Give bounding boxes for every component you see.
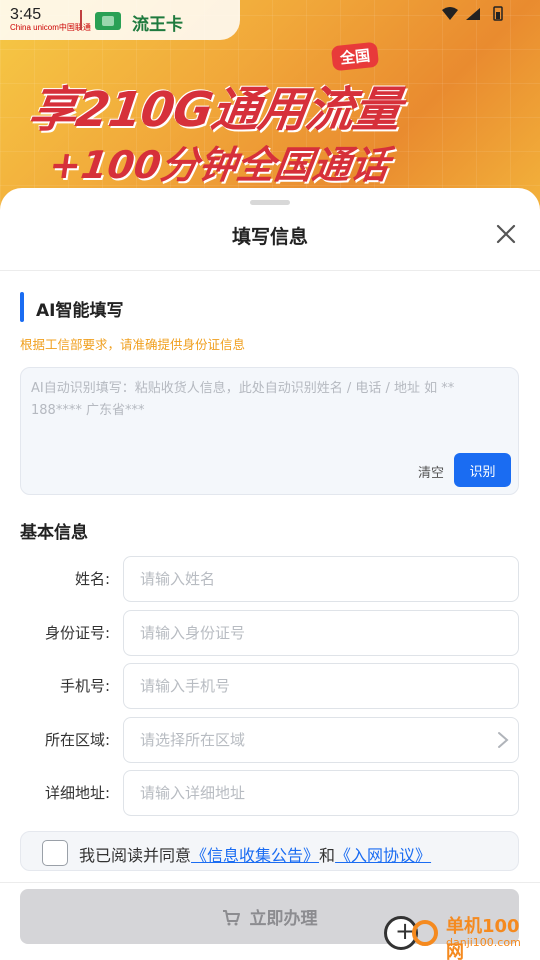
clear-button[interactable]: 清空 [401,454,461,488]
region-select[interactable] [123,717,519,763]
basic-info-title: 基本信息 [20,523,88,543]
id-number-label: 身份证号: [44,624,110,642]
ai-fill-box: 清空 识别 [20,367,519,495]
form-row-phone: 手机号: [0,663,540,709]
ai-fill-title: AI智能填写 [36,301,124,321]
header-divider [0,270,540,271]
drag-handle[interactable] [250,200,290,205]
promo-subheadline: +100分钟全国通话 [46,143,392,187]
watermark-logo: 单机100网 danji100.com [384,910,534,960]
info-notice-link[interactable]: 《信息收集公告》 [191,846,319,865]
watermark-ring-icon [412,920,438,946]
phone-input[interactable] [123,663,519,709]
promo-banner: 3:45 China unicom中国联通 流王卡 全国 享210G通用流量 +… [0,0,540,220]
address-label: 详细地址: [44,784,110,802]
brand-divider [80,10,82,30]
region-label: 所在区域: [44,731,110,749]
agree-checkbox[interactable] [42,840,68,866]
form-row-name: 姓名: [0,556,540,602]
watermark-url: danji100.com [446,936,521,949]
agreement-row: 我已阅读并同意《信息收集公告》和《入网协议》 [20,831,519,871]
agreement-prefix: 我已阅读并同意 [79,846,192,865]
form-row-id: 身份证号: [0,610,540,656]
agreement-joiner: 和 [319,846,336,865]
chevron-right-icon [498,732,509,748]
sim-card-icon [95,12,121,30]
brand-name: 流王卡 [132,15,183,35]
close-button[interactable] [494,222,518,246]
name-label: 姓名: [74,570,110,588]
footer-divider [0,882,540,883]
ai-paste-input[interactable] [21,368,518,448]
promo-headline: 享210G通用流量 [25,82,404,138]
address-input[interactable] [123,770,519,816]
form-row-address: 详细地址: [0,770,540,816]
status-icons [440,6,510,26]
network-agreement-link[interactable]: 《入网协议》 [335,846,431,865]
sheet-title: 填写信息 [231,226,308,248]
cart-icon [222,910,240,926]
carrier-logo: China unicom中国联通 [10,23,91,32]
ai-fill-hint: 根据工信部要求，请准确提供身份证信息 [20,337,246,352]
submit-label: 立即办理 [249,909,318,929]
section-accent-bar [20,292,24,322]
info-form-sheet: 填写信息 AI智能填写 根据工信部要求，请准确提供身份证信息 清空 识别 基本信… [0,188,540,960]
id-number-input[interactable] [123,610,519,656]
promo-tag: 全国 [330,41,380,72]
recognize-button[interactable]: 识别 [454,453,511,487]
form-row-region: 所在区域: [0,717,540,763]
close-icon [496,224,516,244]
wifi-signal-battery-icon [442,6,503,21]
agreement-text: 我已阅读并同意《信息收集公告》和《入网协议》 [79,842,431,866]
phone-label: 手机号: [59,677,110,695]
name-input[interactable] [123,556,519,602]
